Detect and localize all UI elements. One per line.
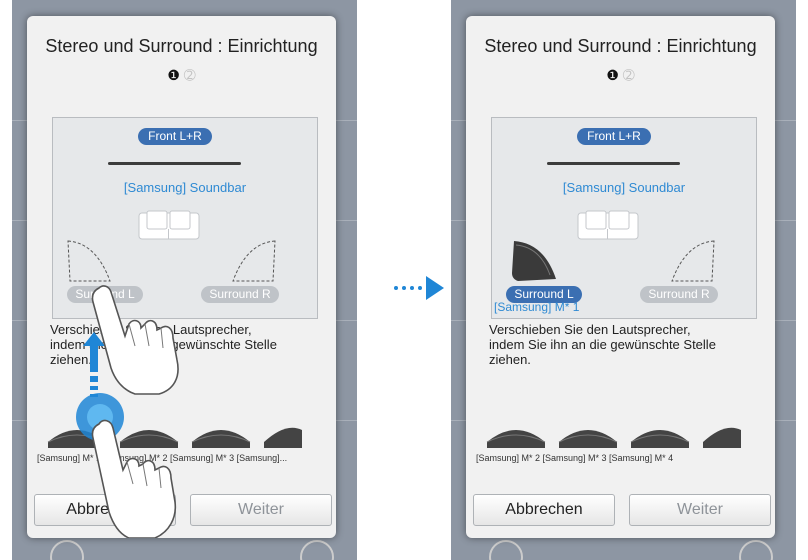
speaker-icon[interactable]	[190, 424, 252, 450]
surround-right-badge: Surround R	[201, 286, 279, 303]
speaker-carousel: [Samsung] M* 2 [Samsung] M* 3 [Samsung] …	[466, 410, 775, 470]
speaker-icon[interactable]	[485, 424, 547, 450]
dialog-title: Stereo und Surround : Einrichtung	[45, 36, 318, 56]
page-dot-inactive: ➁	[622, 67, 635, 83]
speaker-icon[interactable]	[262, 424, 302, 450]
soundbar-shape	[547, 162, 680, 165]
surround-right-badge: Surround R	[640, 286, 718, 303]
surround-right-slot[interactable]	[670, 239, 716, 283]
bottom-left-icon	[50, 540, 84, 560]
hand-tap-icon	[91, 419, 177, 538]
setup-dialog: Stereo und Surround : Einrichtung ❶ ➁ Fr…	[466, 16, 775, 538]
page-indicator: ❶ ➁	[466, 67, 775, 84]
page-dot-inactive: ➁	[183, 67, 196, 83]
next-arrow-icon	[394, 276, 444, 300]
soundbar-label: [Samsung] Soundbar	[123, 180, 247, 195]
phone-screen-after: Stereo und Surround : Einrichtung ❶ ➁ Fr…	[451, 0, 796, 560]
hand-drag-icon	[91, 285, 179, 395]
bottom-right-icon	[300, 540, 334, 560]
soundbar-label: [Samsung] Soundbar	[562, 180, 686, 195]
setup-dialog: Stereo und Surround : Einrichtung ❶ ➁ Fr…	[27, 16, 336, 538]
front-lr-badge: Front L+R	[577, 128, 651, 145]
speaker-layout-panel: Front L+R [Samsung] Soundbar Surround L …	[491, 117, 757, 319]
speaker-carousel: [Samsung] M* 1 [Samsung] M* 2 [Samsung] …	[27, 410, 336, 470]
sofa-icon	[138, 210, 200, 240]
speaker-icon[interactable]	[701, 424, 741, 450]
bottom-left-icon	[489, 540, 523, 560]
page-dot-active: ❶	[606, 67, 619, 83]
dialog-title: Stereo und Surround : Einrichtung	[484, 36, 757, 56]
next-button[interactable]: Weiter	[629, 494, 771, 526]
cancel-button[interactable]: Abbrechen	[473, 494, 615, 526]
front-lr-badge: Front L+R	[138, 128, 212, 145]
page-indicator: ❶ ➁	[27, 67, 336, 84]
surround-right-slot[interactable]	[231, 239, 277, 283]
instruction-text: Verschieben Sie den Lautsprecher, indem …	[489, 322, 716, 367]
next-button[interactable]: Weiter	[190, 494, 332, 526]
speaker-icon[interactable]	[557, 424, 619, 450]
surround-left-slot[interactable]	[66, 239, 112, 283]
soundbar-shape	[108, 162, 241, 165]
phone-screen-before: Stereo und Surround : Einrichtung ❶ ➁ Fr…	[12, 0, 357, 560]
speaker-icon[interactable]	[629, 424, 691, 450]
speaker-labels: [Samsung] M* 2 [Samsung] M* 3 [Samsung] …	[476, 453, 674, 463]
placed-speaker-icon[interactable]	[510, 239, 558, 283]
sofa-icon	[577, 210, 639, 240]
page-dot-active: ❶	[167, 67, 180, 83]
bottom-right-icon	[739, 540, 773, 560]
placed-speaker-label: [Samsung] M* 1	[494, 300, 580, 314]
